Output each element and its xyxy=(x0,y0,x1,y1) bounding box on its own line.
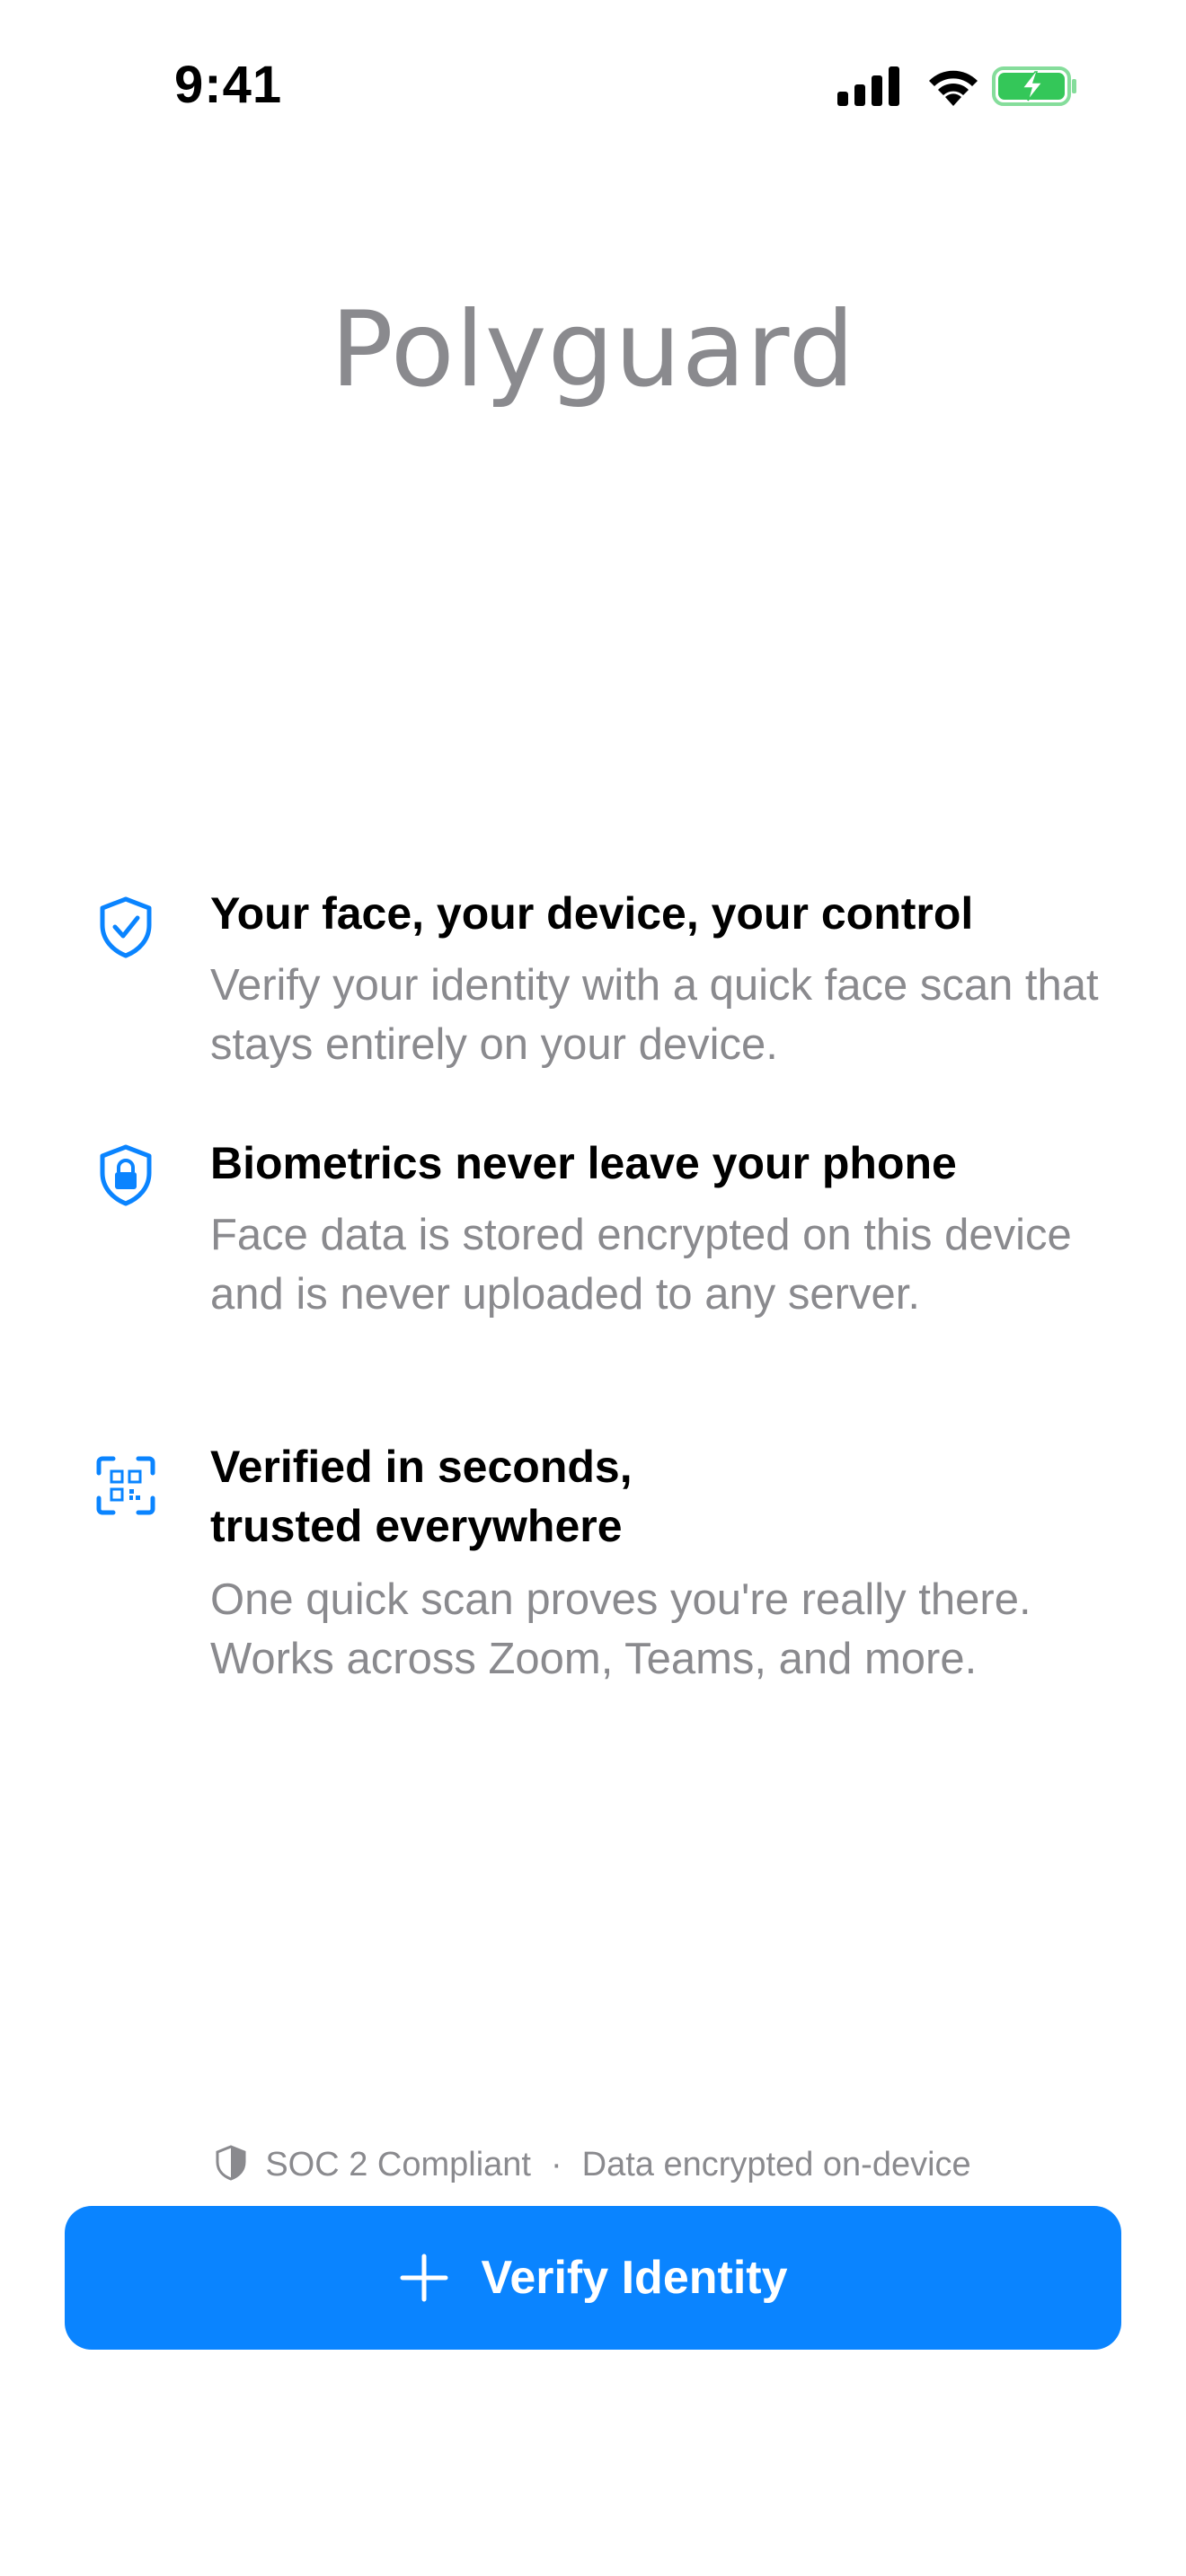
shield-check-icon xyxy=(100,896,152,958)
feature-title-line: trusted everywhere xyxy=(210,1501,623,1551)
verify-identity-label: Verify Identity xyxy=(481,2252,788,2304)
encryption-text: Data encrypted on-device xyxy=(581,2146,971,2183)
feature-title: Verified in seconds, trusted everywhere xyxy=(210,1437,1109,1556)
separator-dot: · xyxy=(550,2146,562,2183)
shield-lock-icon xyxy=(100,1144,152,1206)
feature-title: Biometrics never leave your phone xyxy=(210,1138,957,1188)
feature-title-line: Verified in seconds, xyxy=(210,1442,633,1492)
status-icons xyxy=(837,59,1080,113)
battery-charging-icon xyxy=(992,66,1076,106)
plus-icon xyxy=(400,2254,447,2302)
cellular-signal-icon xyxy=(837,66,899,106)
app-title: Polyguard xyxy=(330,289,856,410)
feature-description: Face data is stored encrypted on this de… xyxy=(210,1211,1072,1319)
qr-scan-icon xyxy=(96,1456,155,1515)
wifi-icon xyxy=(929,70,978,106)
shield-icon xyxy=(216,2145,246,2181)
status-time: 9:41 xyxy=(174,56,283,114)
verify-identity-button[interactable]: Verify Identity xyxy=(65,2206,1121,2350)
feature-title: Your face, your device, your control xyxy=(210,888,974,939)
compliance-note: SOC 2 Compliant · Data encrypted on-device xyxy=(0,2139,1186,2190)
feature-description: Verify your identity with a quick face s… xyxy=(210,961,1099,1069)
feature-description: One quick scan proves you're really ther… xyxy=(210,1575,1031,1683)
soc-compliant-text: SOC 2 Compliant xyxy=(265,2146,531,2183)
